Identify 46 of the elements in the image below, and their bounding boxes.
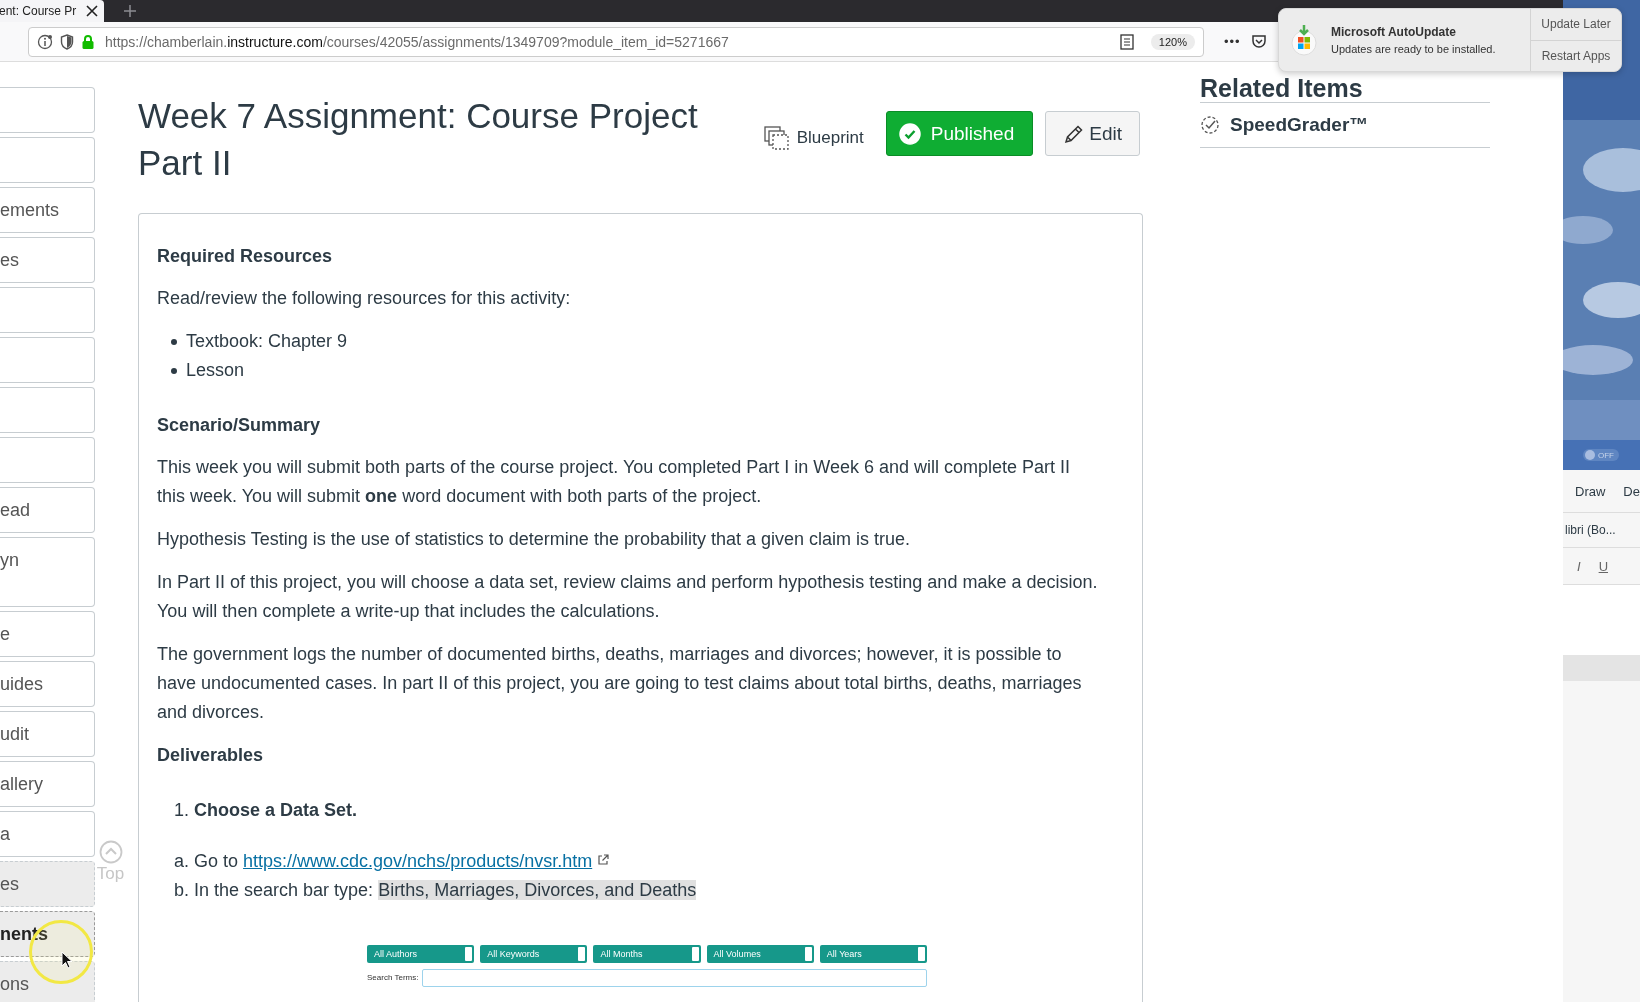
sidebar-item[interactable]: ead (0, 487, 95, 533)
tab-title: ent: Course Pr (0, 4, 78, 18)
sidebar-item[interactable]: es (0, 237, 95, 283)
url-text: https://chamberlain.instructure.com/courses/42055/assignments/1349709?module_item_id=5271667 (105, 33, 729, 50)
assignment-title: Week 7 Assignment: Course Project Part II (138, 95, 699, 184)
notification-body: Updates are ready to be installed. (1331, 43, 1496, 55)
sidebar-item[interactable]: ements (0, 187, 95, 233)
paragraph: The government logs the number of documented births, deaths, marriages and divorces; however, it is possible to have undocumented cases. In part II of this project, you are going to test claims about total births, deaths, marriages and divorces. (157, 643, 1083, 724)
zoom-level-button[interactable]: 120% (1150, 33, 1195, 50)
sidebar-item[interactable]: yn (0, 537, 95, 607)
sidebar-item[interactable]: es (0, 861, 95, 907)
notification-button[interactable]: Restart Apps (1531, 40, 1621, 71)
sidebar-item[interactable]: uides (0, 661, 95, 707)
speedgrader-link[interactable]: SpeedGrader™ (1230, 114, 1369, 136)
address-bar[interactable]: https://chamberlain.instructure.com/courses/42055/assignments/1349709?module_item_id=5271667 120% (28, 26, 1204, 57)
browser-tab[interactable]: ent: Course Pr (0, 0, 104, 22)
sidebar-item[interactable]: ons (0, 961, 95, 1002)
list-item: Textbook: Chapter 9 (186, 330, 348, 353)
paragraph: In Part II of this project, you will choose a data set, review claims and perform hypothesis testing and make a decision. You will then complete a write-up that includes the calculations. (157, 571, 1099, 623)
format-button[interactable]: U (1598, 558, 1608, 574)
paragraph: Read/review the following resources for this activity: (157, 287, 572, 310)
sidebar-item[interactable]: allery (0, 761, 95, 807)
font-dropdown[interactable]: libri (Bo... (1565, 523, 1616, 537)
notification-title: Microsoft AutoUpdate (1331, 25, 1457, 39)
paragraph: Hypothesis Testing is the use of statistics to determine the probability that a given claim is true. (157, 528, 912, 551)
sidebar-item[interactable]: e (0, 611, 95, 657)
paragraph: This week you will submit both parts of the course project. You completed Part I in Week 6 and will complete Part II this week. You will submit one word document with both parts of the project. (157, 456, 1072, 508)
sidebar-item[interactable]: a (0, 811, 95, 857)
blueprint-label: Blueprint (763, 125, 864, 150)
step-text: b. In the search bar type: Births, Marriages, Divorces, and Deaths (174, 879, 697, 902)
ribbon-tab[interactable]: Draw (1575, 483, 1606, 499)
format-button[interactable]: I (1577, 558, 1581, 574)
edit-button[interactable]: Edit (1045, 111, 1140, 156)
more-button[interactable]: ••• (1224, 34, 1241, 49)
numbered-item: 1. Choose a Data Set. (174, 799, 359, 822)
section-heading: Required Resources (157, 245, 334, 268)
search-label: Search Terms: (367, 972, 419, 984)
step-text: a. Go to https://www.cdc.gov/nchs/products/nvsr.htm (174, 850, 593, 873)
section-heading: Related Items (1200, 74, 1490, 103)
section-heading: Deliverables (157, 744, 265, 767)
link[interactable]: https://www.cdc.gov/nchs/products/nvsr.htm (243, 851, 593, 871)
list-item: Lesson (186, 359, 245, 382)
notification-button[interactable]: Update Later (1531, 9, 1621, 41)
section-heading: Scenario/Summary (157, 414, 322, 437)
sidebar-item[interactable]: udit (0, 711, 95, 757)
ribbon-tab[interactable]: De (1623, 483, 1640, 499)
